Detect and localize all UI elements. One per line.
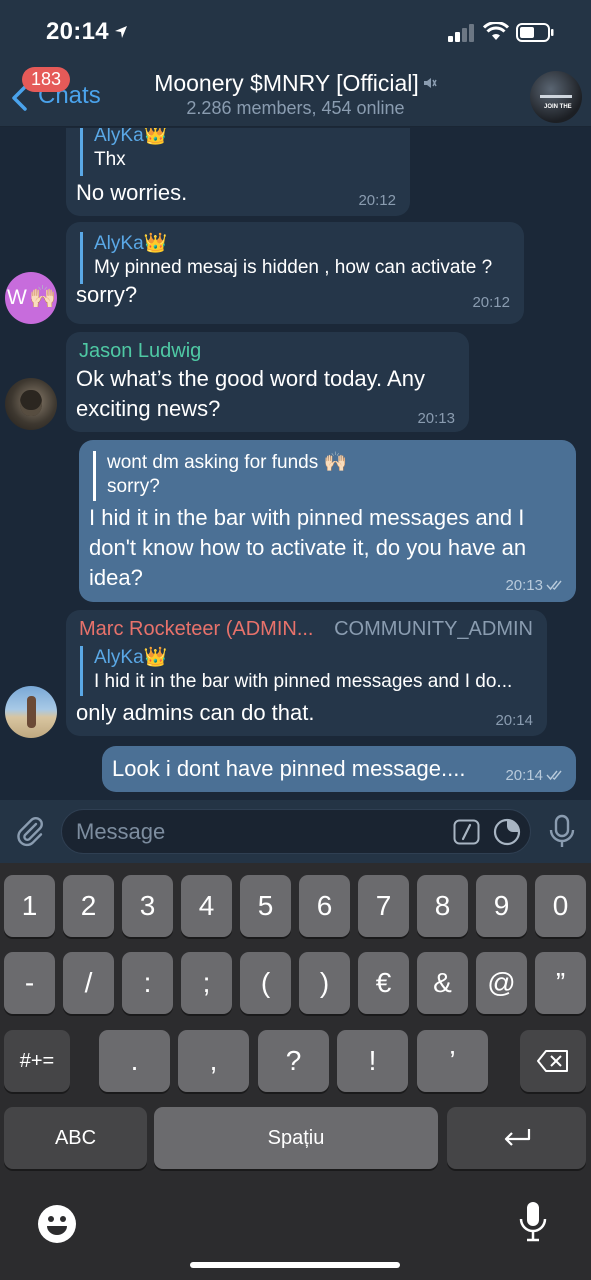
bot-command-icon[interactable] [453, 819, 480, 845]
avatar-emoji: 🙌🏻 [29, 284, 57, 309]
reply-sender: wont dm asking for funds 🙌🏻 [107, 452, 348, 473]
key[interactable]: - [4, 952, 55, 1014]
key[interactable]: 8 [417, 875, 468, 937]
message-text: No worries. [76, 180, 188, 205]
chat-title-text: Moonery $MNRY [Official] [154, 70, 419, 96]
keyboard: 1 2 3 4 5 6 7 8 9 0 - / : ; ( ) € & @ ” … [0, 863, 591, 1280]
reply-sender: AlyKa👑 [94, 647, 168, 668]
message-text: Ok what’s the good word today. Any excit… [76, 366, 425, 421]
message-time: 20:13 [417, 410, 455, 427]
user-avatar[interactable] [5, 378, 57, 430]
key[interactable]: 7 [358, 875, 409, 937]
attach-icon[interactable] [14, 815, 46, 847]
message-time-text: 20:14 [505, 767, 543, 784]
message-time: 20:14 [495, 712, 533, 729]
read-checks-icon [546, 580, 562, 591]
key[interactable]: / [63, 952, 114, 1014]
message-time: 20:12 [358, 192, 396, 209]
message-text: only admins can do that. [76, 700, 315, 725]
key[interactable]: ) [299, 952, 350, 1014]
sticker-icon[interactable] [493, 818, 521, 846]
key[interactable]: & [417, 952, 468, 1014]
signal-icon [448, 24, 474, 42]
wifi-icon [483, 22, 509, 40]
reply-text: sorry? [107, 476, 160, 497]
microphone-icon[interactable] [548, 814, 576, 850]
reply-preview[interactable]: AlyKa👑 Thx [80, 128, 167, 176]
return-icon [504, 1129, 530, 1146]
return-key[interactable] [447, 1107, 586, 1169]
battery-icon [516, 23, 554, 42]
chat-subtitle: 2.286 members, 454 online [186, 98, 405, 118]
message-bubble[interactable]: AlyKa👑 My pinned mesaj is hidden , how c… [66, 222, 524, 324]
key[interactable]: ’ [417, 1030, 488, 1092]
read-checks-icon [546, 770, 562, 781]
avatar-text: JOIN THE [544, 104, 572, 110]
message-bubble[interactable]: Marc Rocketeer (ADMIN... COMMUNITY_ADMIN… [66, 610, 547, 736]
key[interactable]: € [358, 952, 409, 1014]
avatar-stripe [540, 95, 572, 98]
top-bar: 20:14 Chats 183 Moonery $MNRY [Official]… [0, 0, 591, 127]
sender-name[interactable]: Marc Rocketeer (ADMIN... [79, 616, 313, 642]
message-time: 20:13 [505, 577, 566, 594]
message-bubble[interactable]: AlyKa👑 Thx No worries. 20:12 [66, 128, 410, 216]
user-avatar[interactable]: W 🙌🏻 [5, 272, 57, 324]
message-bubble-outgoing[interactable]: Look i dont have pinned message.... 20:1… [102, 746, 576, 792]
key[interactable]: ” [535, 952, 586, 1014]
dictation-icon[interactable] [518, 1200, 548, 1244]
key[interactable]: : [122, 952, 173, 1014]
key[interactable]: 1 [4, 875, 55, 937]
key[interactable]: , [178, 1030, 249, 1092]
key[interactable]: 4 [181, 875, 232, 937]
backspace-key[interactable] [520, 1030, 586, 1092]
key[interactable]: 3 [122, 875, 173, 937]
message-input[interactable] [76, 810, 446, 853]
key[interactable]: 2 [63, 875, 114, 937]
user-avatar[interactable] [5, 686, 57, 738]
sender-role: COMMUNITY_ADMIN [334, 618, 533, 640]
sender-name[interactable]: Jason Ludwig [79, 338, 201, 364]
message-text: I hid it in the bar with pinned messages… [89, 505, 527, 590]
key[interactable]: . [99, 1030, 170, 1092]
key[interactable]: ( [240, 952, 291, 1014]
home-indicator [190, 1262, 400, 1268]
reply-sender: AlyKa👑 [94, 233, 168, 254]
message-text: sorry? [76, 282, 138, 307]
reply-preview[interactable]: wont dm asking for funds 🙌🏻 sorry? [93, 451, 347, 501]
status-time: 20:14 [46, 18, 109, 45]
abc-key[interactable]: ABC [4, 1107, 147, 1169]
message-text: Look i dont have pinned message.... [112, 756, 466, 781]
location-arrow-icon [115, 26, 127, 38]
key[interactable]: ; [181, 952, 232, 1014]
group-avatar[interactable]: JOIN THE [530, 71, 582, 123]
reply-sender: AlyKa👑 [94, 128, 168, 146]
space-key[interactable]: Spațiu [154, 1107, 438, 1169]
message-time: 20:12 [472, 294, 510, 311]
reply-text: Thx [94, 149, 126, 170]
message-bubble[interactable]: Jason Ludwig Ok what’s the good word tod… [66, 332, 469, 432]
message-time-text: 20:13 [505, 577, 543, 594]
message-list[interactable]: AlyKa👑 Thx No worries. 20:12 W 🙌🏻 AlyKa👑… [0, 128, 591, 800]
reply-text: I hid it in the bar with pinned messages… [94, 671, 513, 692]
key[interactable]: 0 [535, 875, 586, 937]
message-composer [0, 800, 591, 863]
key[interactable]: ? [258, 1030, 329, 1092]
muted-icon [423, 78, 437, 88]
reply-preview[interactable]: AlyKa👑 My pinned mesaj is hidden , how c… [80, 232, 516, 284]
avatar-letter: W [7, 286, 27, 309]
key[interactable]: ! [337, 1030, 408, 1092]
key[interactable]: 5 [240, 875, 291, 937]
emoji-icon[interactable] [37, 1204, 77, 1244]
reply-preview[interactable]: AlyKa👑 I hid it in the bar with pinned m… [80, 646, 536, 696]
message-input-wrapper[interactable] [61, 809, 531, 854]
reply-text: My pinned mesaj is hidden , how can acti… [94, 257, 493, 278]
symbols-toggle-key[interactable]: #+= [4, 1030, 70, 1092]
message-time: 20:14 [505, 767, 566, 784]
message-bubble-outgoing[interactable]: wont dm asking for funds 🙌🏻 sorry? I hid… [79, 440, 576, 602]
backspace-icon [537, 1050, 568, 1072]
key[interactable]: 9 [476, 875, 527, 937]
key[interactable]: 6 [299, 875, 350, 937]
chat-title[interactable]: Moonery $MNRY [Official] [0, 70, 591, 97]
key[interactable]: @ [476, 952, 527, 1014]
